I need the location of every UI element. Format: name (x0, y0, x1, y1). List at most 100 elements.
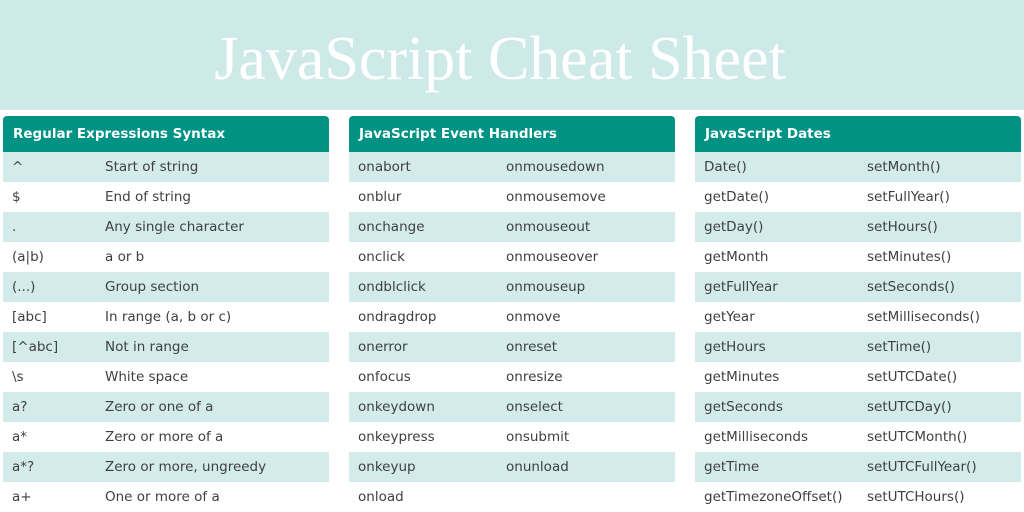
row-value: One or more of a (105, 489, 220, 505)
table-row: \s White space (3, 362, 329, 392)
row-key: onfocus (358, 369, 411, 385)
table-row: ondblclick onmouseup (349, 272, 675, 302)
table-row: (...) Group section (3, 272, 329, 302)
row-key: $ (12, 189, 21, 205)
row-key: getFullYear (704, 279, 778, 295)
row-value: onresize (506, 369, 563, 385)
row-value: onselect (506, 399, 563, 415)
row-value: onmousedown (506, 159, 605, 175)
table-row: onchange onmouseout (349, 212, 675, 242)
row-value: setMinutes() (867, 249, 952, 265)
table-row: getYear setMilliseconds() (695, 302, 1021, 332)
table-row: getDay() setHours() (695, 212, 1021, 242)
row-value: setHours() (867, 219, 938, 235)
row-value: Zero or more, ungreedy (105, 459, 267, 475)
panel-rows: Date() setMonth() getDate() setFullYear() ge… (695, 152, 1021, 512)
table-row: [abc] In range (a, b or c) (3, 302, 329, 332)
row-key: onload (358, 489, 404, 505)
row-value: setUTCDate() (867, 369, 958, 385)
row-key: (a|b) (12, 249, 44, 265)
row-value: Zero or one of a (105, 399, 214, 415)
row-key: getDay() (704, 219, 764, 235)
row-value: setUTCMonth() (867, 429, 968, 445)
panel-rows: ^ Start of string $ End of string . Any singl… (3, 152, 329, 512)
row-value: End of string (105, 189, 192, 205)
row-value: onmove (506, 309, 561, 325)
panel-rows: onabort onmousedown onblur onmousemove oncha… (349, 152, 675, 512)
row-key: getHours (704, 339, 766, 355)
table-row: a+ One or more of a (3, 482, 329, 512)
table-row: ^ Start of string (3, 152, 329, 182)
row-key: a? (12, 399, 28, 415)
row-value: onmouseover (506, 249, 599, 265)
row-value: Not in range (105, 339, 189, 355)
row-value: onmouseup (506, 279, 586, 295)
table-row: onabort onmousedown (349, 152, 675, 182)
row-key: onerror (358, 339, 408, 355)
row-key: a* (12, 429, 28, 445)
row-key: [^abc] (12, 339, 59, 355)
row-value: onunload (506, 459, 569, 475)
table-row: [^abc] Not in range (3, 332, 329, 362)
table-row: onerror onreset (349, 332, 675, 362)
row-key: onabort (358, 159, 411, 175)
panel-heading: JavaScript Dates (695, 116, 1021, 152)
row-value: White space (105, 369, 189, 385)
row-value: setMonth() (867, 159, 941, 175)
row-key: onclick (358, 249, 405, 265)
row-value: Group section (105, 279, 200, 295)
table-row: onclick onmouseover (349, 242, 675, 272)
row-value (506, 482, 675, 512)
row-key: \s (12, 369, 24, 385)
row-key: onchange (358, 219, 425, 235)
row-key: ondblclick (358, 279, 426, 295)
row-value: setUTCDay() (867, 399, 952, 415)
row-value: setUTCHours() (867, 489, 965, 505)
table-row: $ End of string (3, 182, 329, 212)
row-key: getMinutes (704, 369, 780, 385)
row-key: onblur (358, 189, 402, 205)
row-value: setSeconds() (867, 279, 955, 295)
row-value: a or b (105, 249, 145, 265)
row-key: getMilliseconds (704, 429, 808, 445)
title-banner: JavaScript Cheat Sheet (0, 0, 1024, 110)
row-value: Start of string (105, 159, 199, 175)
row-value: onmouseout (506, 219, 591, 235)
row-key: ^ (12, 159, 24, 175)
table-row: getTime setUTCFullYear() (695, 452, 1021, 482)
table-row: . Any single character (3, 212, 329, 242)
row-value: setMilliseconds() (867, 309, 980, 325)
table-row: a? Zero or one of a (3, 392, 329, 422)
table-row: getMinutes setUTCDate() (695, 362, 1021, 392)
row-value: setTime() (867, 339, 932, 355)
table-row: a*? Zero or more, ungreedy (3, 452, 329, 482)
row-value: onsubmit (506, 429, 570, 445)
table-row: getTimezoneOffset() setUTCHours() (695, 482, 1021, 512)
row-key: [abc] (12, 309, 47, 325)
table-row: getSeconds setUTCDay() (695, 392, 1021, 422)
table-row: getDate() setFullYear() (695, 182, 1021, 212)
table-row: onfocus onresize (349, 362, 675, 392)
row-key: a+ (12, 489, 32, 505)
table-row: getMilliseconds setUTCMonth() (695, 422, 1021, 452)
table-row: Date() setMonth() (695, 152, 1021, 182)
table-row: getMonth setMinutes() (695, 242, 1021, 272)
panel-heading: Regular Expressions Syntax (3, 116, 329, 152)
row-key: onkeyup (358, 459, 416, 475)
row-key: ondragdrop (358, 309, 437, 325)
row-value: onmousemove (506, 189, 606, 205)
table-row: onkeydown onselect (349, 392, 675, 422)
row-value: setUTCFullYear() (867, 459, 977, 475)
row-key: getMonth (704, 249, 769, 265)
row-key: onkeypress (358, 429, 435, 445)
row-key: getTimezoneOffset() (704, 489, 843, 505)
row-key: onkeydown (358, 399, 435, 415)
dates-panel: JavaScript Dates Date() setMonth() getDate… (695, 116, 1021, 512)
row-key: a*? (12, 459, 35, 475)
row-value: In range (a, b or c) (105, 309, 232, 325)
page-title: JavaScript Cheat Sheet (214, 25, 786, 93)
event-handlers-panel: JavaScript Event Handlers onabort onmouse… (349, 116, 675, 512)
table-row: getFullYear setSeconds() (695, 272, 1021, 302)
row-value: onreset (506, 339, 558, 355)
table-row: (a|b) a or b (3, 242, 329, 272)
